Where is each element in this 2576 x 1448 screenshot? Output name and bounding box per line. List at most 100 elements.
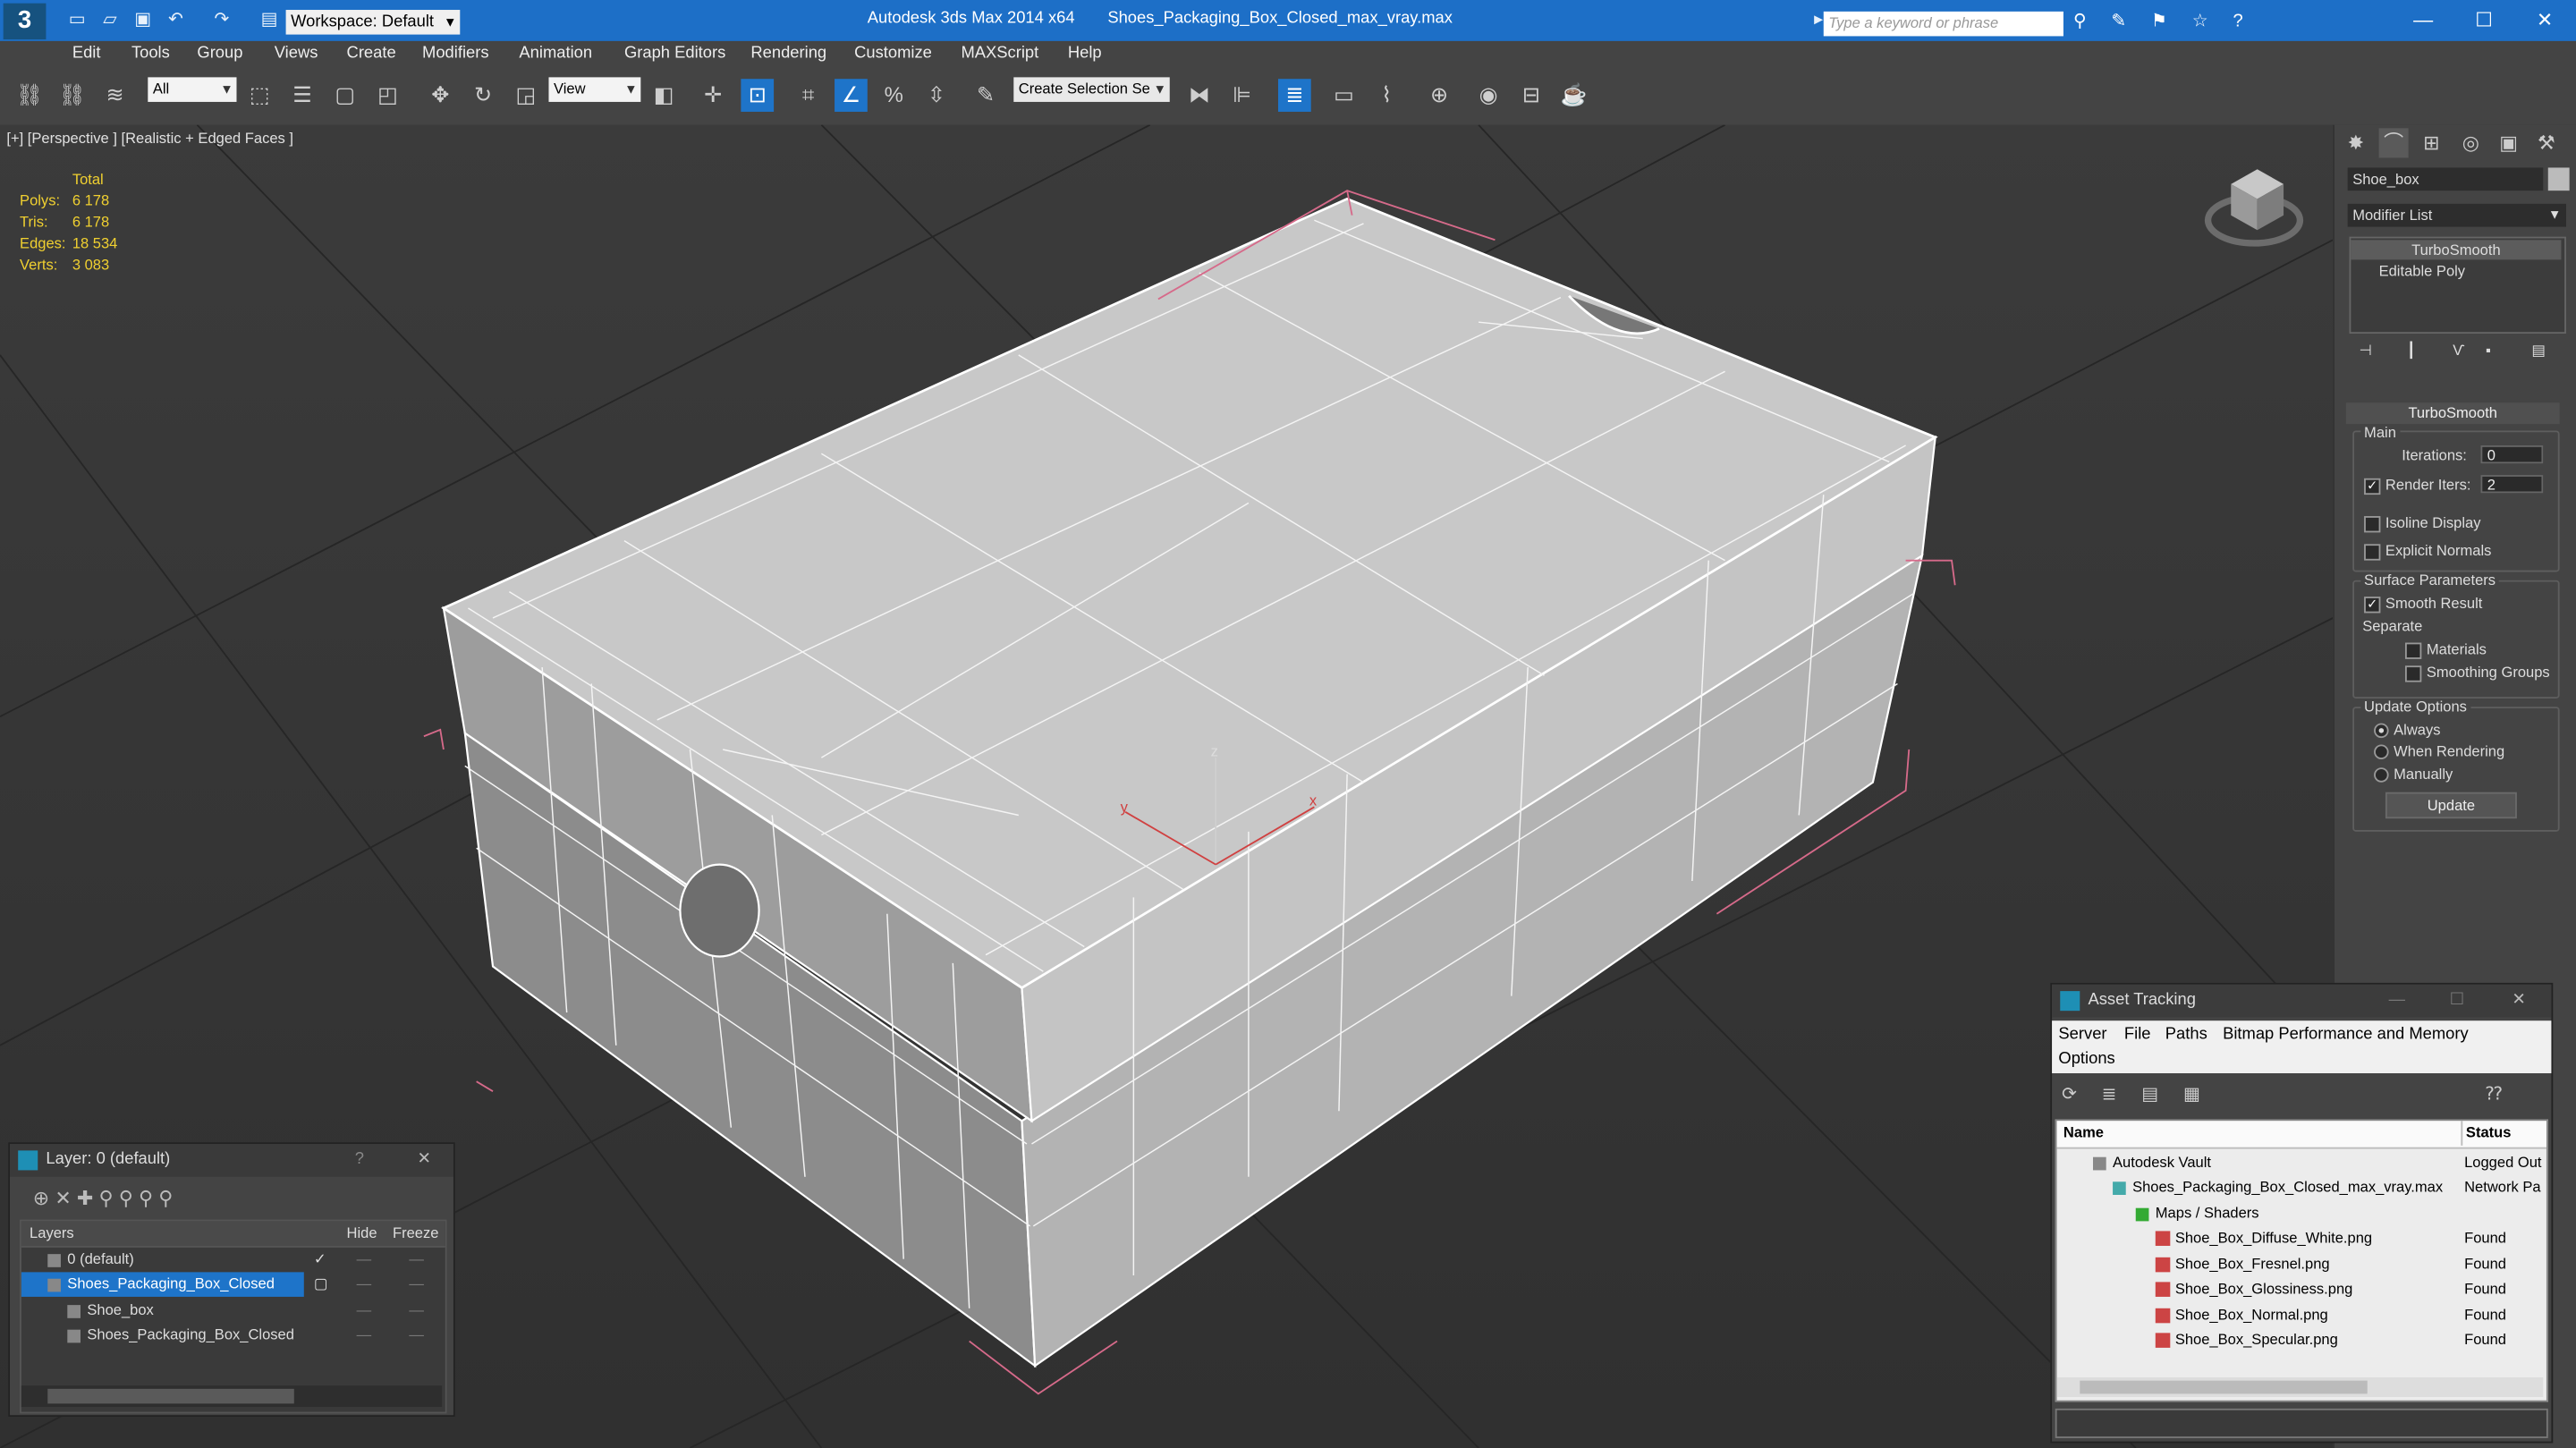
layer-scroll-thumb[interactable] xyxy=(47,1388,294,1404)
menu-edit[interactable]: Edit xyxy=(72,45,101,63)
asset-menu-server[interactable]: Server xyxy=(2058,1026,2106,1044)
asset-scroll-thumb[interactable] xyxy=(2080,1380,2368,1394)
align-icon[interactable]: ⊫ xyxy=(1225,79,1258,112)
named-selection-dropdown[interactable]: Create Selection Se ▼ xyxy=(1013,77,1170,102)
update-button[interactable]: Update xyxy=(2385,792,2517,819)
snaps-toggle-icon[interactable]: ⌗ xyxy=(792,79,825,112)
layer-toolbar-icons[interactable]: ⊕ ✕ ✚ ⚲ ⚲ ⚲ ⚲ xyxy=(33,1187,174,1210)
angle-snap-icon[interactable]: ∠ xyxy=(835,79,868,112)
percent-snap-icon[interactable]: % xyxy=(877,79,911,112)
modify-tab-icon[interactable]: ⌒ xyxy=(2378,128,2409,158)
asset-horizontal-scrollbar[interactable] xyxy=(2056,1376,2544,1398)
always-radio[interactable] xyxy=(2374,723,2389,739)
redo-icon[interactable]: ↷ xyxy=(210,10,233,31)
remove-modifier-icon[interactable]: ▪ xyxy=(2486,342,2491,358)
asset-menu-options[interactable]: Options xyxy=(2058,1050,2114,1068)
undo-icon[interactable]: ↶ xyxy=(165,10,188,31)
menu-rendering[interactable]: Rendering xyxy=(750,45,826,63)
project-folder-icon[interactable]: ▤ xyxy=(258,10,281,31)
asset-row-glossiness[interactable]: Shoe_Box_Glossiness.png Found xyxy=(2057,1277,2546,1302)
turbosmooth-rollout-header[interactable]: TurboSmooth xyxy=(2345,402,2560,425)
material-editor-icon[interactable]: ◉ xyxy=(1472,79,1505,112)
asset-window-header[interactable]: Asset Tracking — ☐ ✕ xyxy=(2052,984,2552,1018)
stack-item-editable-poly[interactable]: Editable Poly xyxy=(2351,261,2561,281)
menu-group[interactable]: Group xyxy=(197,45,242,63)
layer-row-shoes-packaging-cols[interactable]: ▢ — — xyxy=(310,1272,442,1297)
scale-icon[interactable]: ◲ xyxy=(509,79,542,112)
asset-toolbar-icons[interactable]: ⟳ ≣ ▤ ▦ xyxy=(2062,1083,2210,1105)
asset-help-icon[interactable]: ⁇ xyxy=(2486,1083,2503,1105)
pivot-center-icon[interactable]: ◧ xyxy=(648,79,681,112)
reference-coordinate-dropdown[interactable]: View ▼ xyxy=(548,77,641,102)
menu-views[interactable]: Views xyxy=(275,45,318,63)
menu-maxscript[interactable]: MAXScript xyxy=(961,45,1038,63)
layer-row-shoes-packaging-object[interactable]: Shoes_Packaging_Box_Closed — — xyxy=(21,1323,445,1348)
rotate-icon[interactable]: ↻ xyxy=(467,79,500,112)
utilities-tab-icon[interactable]: ⚒ xyxy=(2531,128,2561,157)
smoothing-groups-checkbox[interactable] xyxy=(2404,665,2422,682)
edit-named-selection-icon[interactable]: ✎ xyxy=(970,79,1003,112)
render-iters-spinner[interactable]: 2 xyxy=(2480,475,2544,494)
menu-help[interactable]: Help xyxy=(1068,45,1102,63)
asset-status-column-header[interactable]: Status xyxy=(2461,1121,2511,1146)
display-tab-icon[interactable]: ▣ xyxy=(2494,128,2523,157)
asset-row-specular[interactable]: Shoe_Box_Specular.png Found xyxy=(2057,1328,2546,1353)
render-setup-icon[interactable]: ⊟ xyxy=(1514,79,1547,112)
mirror-icon[interactable]: ⧓ xyxy=(1182,79,1216,112)
unlink-icon[interactable]: ⛓ xyxy=(55,79,89,112)
asset-name-column-header[interactable]: Name xyxy=(2063,1121,2104,1146)
asset-close-button[interactable]: ✕ xyxy=(2512,985,2525,1018)
object-name-field[interactable]: Shoe_box xyxy=(2347,167,2544,191)
layers-column-header[interactable]: Layers xyxy=(30,1221,74,1246)
hide-column-header[interactable]: Hide xyxy=(347,1221,377,1246)
menu-modifiers[interactable]: Modifiers xyxy=(422,45,489,63)
asset-row-vault[interactable]: Autodesk Vault Logged Out xyxy=(2057,1150,2546,1175)
window-crossing-icon[interactable]: ◰ xyxy=(371,79,404,112)
keyboard-shortcut-override-icon[interactable]: ⊡ xyxy=(741,79,775,112)
search-input[interactable]: Type a keyword or phrase xyxy=(1823,11,2063,37)
layer-row-shoe-box[interactable]: Shoe_box — — xyxy=(21,1299,445,1324)
asset-row-diffuse[interactable]: Shoe_Box_Diffuse_White.png Found xyxy=(2057,1226,2546,1251)
close-button[interactable]: ✕ xyxy=(2521,6,2570,32)
asset-row-normal[interactable]: Shoe_Box_Normal.png Found xyxy=(2057,1303,2546,1328)
toggle-ribbon-icon[interactable]: ▭ xyxy=(1327,79,1360,112)
save-file-icon[interactable]: ▣ xyxy=(131,10,155,31)
stack-item-turbosmooth[interactable]: TurboSmooth xyxy=(2351,240,2562,260)
explicit-normals-checkbox[interactable] xyxy=(2364,544,2381,561)
motion-tab-icon[interactable]: ◎ xyxy=(2456,128,2486,157)
hierarchy-tab-icon[interactable]: ⊞ xyxy=(2417,128,2446,157)
pin-stack-icon[interactable]: ⊣ xyxy=(2360,342,2372,360)
move-icon[interactable]: ✥ xyxy=(424,79,457,112)
open-file-icon[interactable]: ▱ xyxy=(98,10,122,31)
show-end-result-icon[interactable]: ┃ xyxy=(2407,342,2416,360)
asset-menu-bitmap[interactable]: Bitmap Performance and Memory xyxy=(2223,1026,2469,1044)
select-link-icon[interactable]: ⛓ xyxy=(13,79,47,112)
layer-explorer-icon[interactable]: ≣ xyxy=(1277,79,1311,112)
create-tab-icon[interactable]: ✸ xyxy=(2341,128,2370,157)
make-unique-icon[interactable]: Ѵ xyxy=(2453,342,2464,358)
layer-row-shoes-packaging[interactable]: Shoes_Packaging_Box_Closed xyxy=(21,1272,304,1297)
asset-maximize-button[interactable]: ☐ xyxy=(2450,985,2464,1018)
asset-row-fresnel[interactable]: Shoe_Box_Fresnel.png Found xyxy=(2057,1252,2546,1277)
select-by-name-icon[interactable]: ☰ xyxy=(286,79,319,112)
rectangular-selection-icon[interactable]: ▢ xyxy=(328,79,361,112)
materials-checkbox[interactable] xyxy=(2404,642,2422,659)
menu-tools[interactable]: Tools xyxy=(131,45,170,63)
when-rendering-radio[interactable] xyxy=(2374,744,2389,760)
bind-space-warp-icon[interactable]: ≋ xyxy=(98,79,131,112)
menu-animation[interactable]: Animation xyxy=(519,45,592,63)
asset-minimize-button[interactable]: — xyxy=(2389,985,2405,1018)
asset-menu-file[interactable]: File xyxy=(2124,1026,2151,1044)
modifier-list-dropdown[interactable]: Modifier List ▼ xyxy=(2347,203,2566,227)
iterations-spinner[interactable]: 0 xyxy=(2480,445,2544,464)
render-iters-checkbox[interactable]: ✓ xyxy=(2364,478,2381,495)
layer-window-header[interactable]: Layer: 0 (default) ? ✕ xyxy=(10,1144,453,1177)
app-logo-button[interactable]: 3 xyxy=(3,3,47,40)
maximize-button[interactable]: ☐ xyxy=(2460,6,2509,32)
minimize-button[interactable]: — xyxy=(2399,6,2448,32)
schematic-view-icon[interactable]: ⊕ xyxy=(1423,79,1456,112)
configure-sets-icon[interactable]: ▤ xyxy=(2531,342,2546,360)
object-color-swatch[interactable] xyxy=(2547,167,2570,191)
layer-help-button[interactable]: ? xyxy=(355,1144,364,1177)
layer-row-default[interactable]: 0 (default) ✓ — — xyxy=(21,1248,445,1273)
